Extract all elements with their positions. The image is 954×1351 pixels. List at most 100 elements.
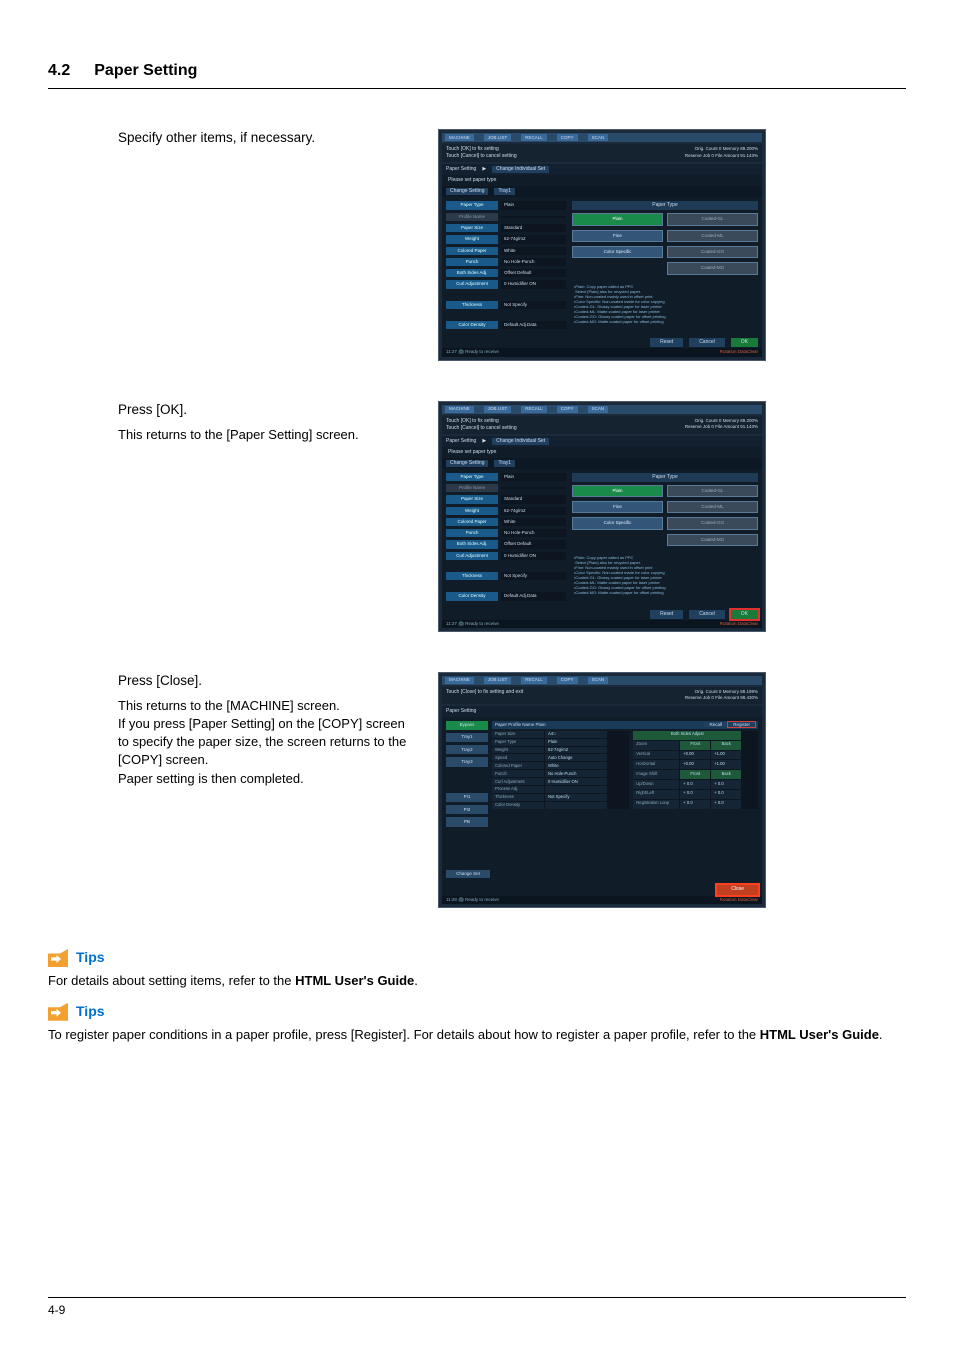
label-color-density[interactable]: Color Density (446, 321, 498, 329)
status-rotation: Rotation (720, 349, 737, 354)
profile-name-label: Paper Profile Name (495, 722, 534, 727)
tab-copy[interactable]: COPY (557, 406, 578, 413)
profile-name-value: Plain (536, 722, 546, 727)
type-coated-go-button[interactable]: Coated-GO (667, 246, 758, 258)
tab-recall[interactable]: RECALL (521, 134, 547, 141)
label-curl[interactable]: Curl Adjustment (446, 280, 498, 288)
val-punch: No Hole-Punch (501, 258, 566, 266)
crumb-change-individual: Change Individual Set (492, 166, 549, 173)
side-bypass[interactable]: Bypass (446, 721, 488, 730)
tips1-text-c: . (414, 973, 418, 988)
side-pi1[interactable]: PI1 (446, 793, 488, 802)
label-paper-type[interactable]: Paper Type (446, 201, 498, 209)
type-note: •Plain: Copy paper called as PPC Select … (572, 282, 758, 326)
step2-head: Press [OK]. (118, 401, 418, 420)
tab-copy[interactable]: COPY (557, 134, 578, 141)
status-dataclear: DataClear (738, 349, 758, 354)
val-thickness: Not Specify (501, 301, 566, 309)
ok-button-highlighted[interactable]: OK (731, 610, 758, 619)
val-weight: 62-74g/m2 (501, 235, 566, 243)
step3-body1: This returns to the [MACHINE] screen. (118, 697, 418, 715)
type-coated-ml-button[interactable]: Coated-ML (667, 230, 758, 242)
label-thickness[interactable]: Thickness (446, 301, 498, 309)
tips1-guide-ref: HTML User's Guide (295, 973, 414, 988)
change-set-button[interactable]: Change Set (446, 870, 490, 878)
screenshot-ok-highlight: MACHINE JOB LIST RECALL COPY SCAN Touch … (438, 401, 766, 632)
val-profile-name (501, 216, 566, 218)
val-color-density: Default Adj.Data (501, 321, 566, 329)
cancel-button[interactable]: Cancel (689, 610, 725, 619)
tab-scan[interactable]: SCAN (588, 406, 609, 413)
recall-button[interactable]: Recall (704, 722, 727, 727)
reset-button[interactable]: Reset (650, 610, 683, 619)
tab-scan[interactable]: SCAN (588, 134, 609, 141)
tips2-text-a: To register paper conditions in a paper … (48, 1027, 760, 1042)
val-colored-paper: White (501, 247, 566, 255)
ok-button[interactable]: OK (731, 338, 758, 347)
info-message: Touch [OK] to fix setting Touch [Cancel]… (446, 146, 517, 160)
tab-joblist[interactable]: JOB LIST (484, 406, 512, 413)
prompt-text: Please set paper type (442, 175, 762, 186)
memory-val: 88.200% (740, 146, 758, 151)
memory-label: Memory (723, 146, 739, 151)
label-colored-paper[interactable]: Colored Paper (446, 247, 498, 255)
tips-icon (48, 949, 68, 967)
tips2-text-c: . (879, 1027, 883, 1042)
section-number: 4.2 (48, 60, 70, 82)
type-plain-button[interactable]: Plain (572, 213, 663, 225)
right-heading-paper-type: Paper Type (572, 201, 758, 210)
crumb-paper-setting: Paper Setting (446, 166, 476, 173)
tab-machine[interactable]: MACHINE (445, 134, 474, 141)
val-both-sides: Offset Default (501, 269, 566, 277)
reserve-val: 0 (711, 153, 714, 158)
step3-body2: If you press [Paper Setting] on the [COP… (118, 715, 418, 770)
label-punch[interactable]: Punch (446, 258, 498, 266)
label-both-sides[interactable]: Both Sides Adj. (446, 269, 498, 277)
val-paper-size: Standard (501, 224, 566, 232)
type-coated-mo-button[interactable]: Coated-MO (667, 262, 758, 274)
side-tray3[interactable]: Tray3 (446, 757, 488, 766)
type-coated-gl-button[interactable]: Coated-GL (667, 213, 758, 225)
tab-joblist[interactable]: JOB LIST (484, 134, 512, 141)
val-curl: 0 Humidifier ON (501, 280, 566, 288)
subcrumb-tray1: Tray1 (494, 188, 515, 195)
both-sides-adjust-header: Both Sides Adjust (633, 731, 741, 740)
type-fine-button[interactable]: Fine (572, 230, 663, 242)
cancel-button[interactable]: Cancel (689, 338, 725, 347)
tab-machine[interactable]: MACHINE (445, 406, 474, 413)
status-time: 11:27 (446, 349, 457, 354)
label-profile-name: Profile Name (446, 213, 498, 221)
step3-body3: Paper setting is then completed. (118, 770, 418, 788)
screenshot-paper-type: MACHINE JOB LIST RECALL COPY SCAN Touch … (438, 129, 766, 360)
reserve-label: Reserve Job (685, 153, 710, 158)
label-weight[interactable]: Weight (446, 235, 498, 243)
side-tray2[interactable]: Tray2 (446, 745, 488, 754)
val-paper-type: Plain (501, 201, 566, 209)
tips1-text-a: For details about setting items, refer t… (48, 973, 295, 988)
tips2-guide-ref: HTML User's Guide (760, 1027, 879, 1042)
tab-recall[interactable]: RECALL (521, 406, 547, 413)
tips-label: Tips (76, 948, 105, 968)
file-val: 91.143% (740, 153, 758, 158)
crumb-paper-setting: Paper Setting (446, 708, 476, 715)
subcrumb-change-setting: Change Setting (446, 188, 488, 195)
orig-count-val: 0 (719, 146, 722, 151)
info-message: Touch [OK] to fix setting Touch [Cancel]… (446, 418, 517, 432)
side-pb[interactable]: PB (446, 817, 488, 826)
status-ready: Ready to receive (465, 349, 499, 354)
reset-button[interactable]: Reset (650, 338, 683, 347)
register-button[interactable]: Register (728, 722, 755, 727)
step2-body: This returns to the [Paper Setting] scre… (118, 426, 418, 444)
side-tray1[interactable]: Tray1 (446, 733, 488, 742)
label-paper-size[interactable]: Paper Size (446, 224, 498, 232)
orig-count-label: Orig. Count (695, 146, 718, 151)
side-pi2[interactable]: PI2 (446, 805, 488, 814)
type-color-specific-button[interactable]: Color Specific (572, 246, 663, 258)
tips-icon (48, 1003, 68, 1021)
info-message: Touch [Close] to fix setting and exit (446, 689, 523, 702)
screenshot-paper-setting-close: MACHINE JOB LIST RECALL COPY SCAN Touch … (438, 672, 766, 908)
section-title: Paper Setting (94, 60, 197, 82)
step3-head: Press [Close]. (118, 672, 418, 691)
page-number: 4-9 (48, 1302, 65, 1319)
close-button-highlighted[interactable]: Close (717, 885, 758, 895)
